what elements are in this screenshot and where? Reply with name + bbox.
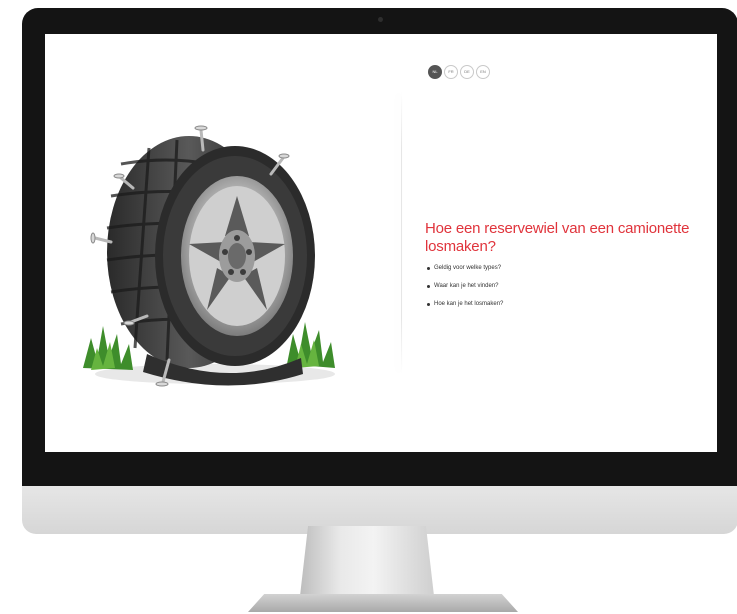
bullet-icon — [427, 266, 430, 270]
topic-list: Geldig voor welke types? Waar kan je het… — [425, 265, 717, 307]
topic-list-item[interactable]: Waar kan je het vinden? — [425, 283, 717, 289]
topic-label: Geldig voor welke types? — [434, 265, 502, 271]
bullet-icon — [427, 284, 430, 288]
lang-nl-button[interactable]: NL — [428, 65, 442, 79]
page-title: Hoe een reservewiel van een camionette l… — [425, 220, 690, 255]
content-panel: Hoe een reservewiel van een camionette l… — [425, 220, 717, 319]
topic-label: Waar kan je het vinden? — [434, 283, 499, 289]
topic-label: Hoe kan je het losmaken? — [434, 301, 504, 307]
language-switcher: NL FR DE EN — [428, 65, 490, 79]
panel-divider — [401, 92, 402, 374]
topic-list-item[interactable]: Hoe kan je het losmaken? — [425, 301, 717, 307]
topic-list-item[interactable]: Geldig voor welke types? — [425, 265, 717, 271]
lang-en-button[interactable]: EN — [476, 65, 490, 79]
scene: NL FR DE EN Hoe een reservewiel van een … — [0, 0, 737, 614]
camera-icon — [378, 17, 383, 22]
lang-de-button[interactable]: DE — [460, 65, 474, 79]
lang-fr-button[interactable]: FR — [444, 65, 458, 79]
monitor-stand-foot — [248, 594, 518, 612]
screen: NL FR DE EN Hoe een reservewiel van een … — [45, 34, 717, 452]
bullet-icon — [427, 302, 430, 306]
flat-tire-image — [83, 125, 335, 387]
monitor-stand-neck — [300, 526, 434, 596]
